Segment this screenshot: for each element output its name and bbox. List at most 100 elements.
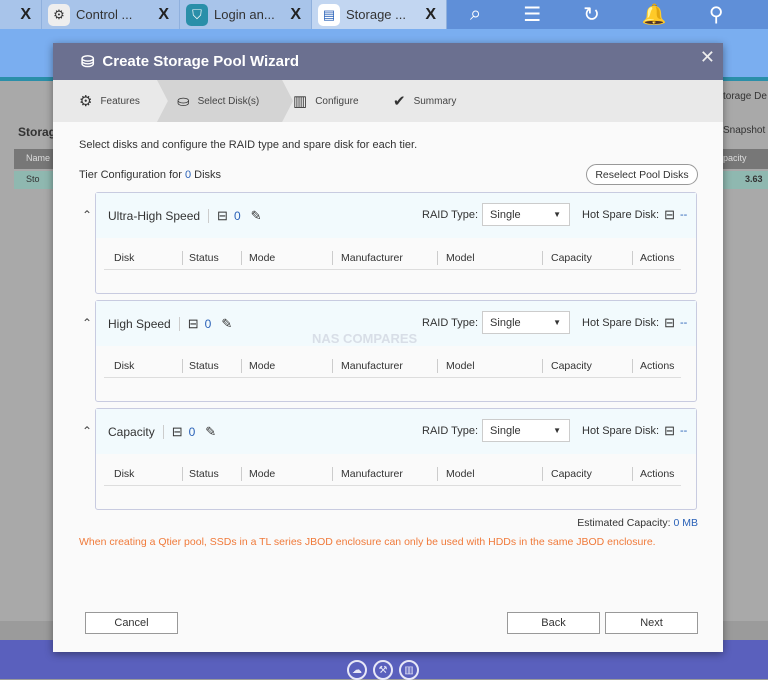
gear-icon: ⚙ [48,3,70,26]
raid-type-label: RAID Type: [422,208,479,221]
disk-icon: ⊟ [187,315,199,331]
gear-icon: ⚙ [79,93,93,110]
column-divider [632,251,633,265]
close-tab-icon[interactable]: X [290,6,301,24]
hot-spare-value: -- [679,208,688,221]
raid-type-value: Single [490,208,521,221]
column-header: Actions [640,252,675,264]
intro-text: Select disks and configure the RAID type… [79,139,418,151]
backup-icon[interactable]: ↻ [583,2,600,27]
tab-control-panel[interactable]: ⚙ Control ... X [42,0,180,29]
edit-icon[interactable]: ✎ [221,316,232,332]
column-divider [182,467,183,481]
tier-disk-count: 0 [204,316,212,331]
bg-capacity-cell: 3.63 [723,171,768,189]
column-divider [332,467,333,481]
column-divider [437,467,438,481]
column-header: Capacity [551,468,592,480]
collapse-tier-chevron-icon[interactable]: ⌃ [82,316,92,330]
tier-header: Ultra-High Speed ⊟ 0 ✎ RAID Type: Single ▼ Hot … [96,193,696,238]
step-select-disks: ⛀ Select Disk(s) [157,80,293,122]
hot-spare: Hot Spare Disk: ⊟ -- [582,207,687,223]
hot-spare: Hot Spare Disk: ⊟ -- [582,315,687,331]
column-divider [332,251,333,265]
tab-label: Login an... [214,7,275,22]
cloud-icon[interactable]: ☁ [347,660,367,680]
close-tab-icon[interactable]: X [20,6,31,24]
configure-icon: ▥ [293,93,308,110]
column-header: Status [189,468,219,480]
column-header: Capacity [551,360,592,372]
tier-header: Capacity ⊟ 0 ✎ RAID Type: Single ▼ Hot Spare Di… [96,409,696,454]
tab-label: Control ... [76,7,133,22]
dock-icons: ☁ ⚒ ▥ [347,660,419,680]
step-configure: ▥ Configure [293,80,359,122]
column-header: Manufacturer [341,252,403,264]
shield-icon: ⛉ [186,3,208,26]
wizard-title: Create Storage Pool Wizard [102,53,299,70]
column-divider [542,251,543,265]
hot-spare-label: Hot Spare Disk: [582,424,660,437]
column-header: Disk [114,360,135,372]
tasks-icon[interactable]: ☰ [523,2,541,27]
bg-capacity-header: pacity [723,149,768,169]
cancel-button[interactable]: Cancel [85,612,178,634]
column-header: Actions [640,360,675,372]
disk-icon[interactable]: ⊟ [664,315,675,331]
watermark: NAS COMPARES [312,331,418,346]
column-divider [241,251,242,265]
user-icon[interactable]: ⚲ [709,2,724,27]
step-label: Select Disk(s) [197,95,260,107]
column-divider [241,467,242,481]
raid-controls: RAID Type: Single ▼ Hot Spare Disk: ⊟ -- [422,311,687,334]
next-button[interactable]: Next [605,612,698,634]
hot-spare-label: Hot Spare Disk: [582,208,660,221]
column-divider [182,251,183,265]
raid-type-value: Single [490,316,521,329]
raid-type-select[interactable]: Single ▼ [482,203,571,226]
raid-type-select[interactable]: Single ▼ [482,311,571,334]
column-header: Status [189,252,219,264]
column-header: Actions [640,468,675,480]
disk-icon[interactable]: ⊟ [664,207,675,223]
tools-icon[interactable]: ⚒ [373,660,393,680]
close-icon[interactable]: ✕ [700,47,715,68]
tab-login[interactable]: ⛉ Login an... X [180,0,312,29]
apps-icon[interactable]: ▥ [399,660,419,680]
tab-storage[interactable]: ▤ Storage ... X [312,0,447,29]
tier-panel: High Speed ⊟ 0 ✎ RAID Type: Single ▼ Hot Spare … [95,300,697,402]
wizard-title-bar: ⛁ Create Storage Pool Wizard [53,43,723,80]
column-header: Mode [249,252,276,264]
step-label: Features [100,95,140,107]
bg-capacity-label: pacity [723,153,747,163]
disk-icon[interactable]: ⊟ [664,423,675,439]
edit-icon[interactable]: ✎ [205,424,216,440]
tab-partial[interactable]: X [0,0,42,29]
bg-capacity-value: 3.63 [745,174,763,184]
collapse-tier-chevron-icon[interactable]: ⌃ [82,208,92,222]
bg-storage-button: torage De [723,91,767,102]
step-features: ⚙ Features [79,80,140,122]
reselect-pool-disks-button[interactable]: Reselect Pool Disks [586,164,698,185]
edit-icon[interactable]: ✎ [251,208,262,224]
raid-type-value: Single [490,424,521,437]
estimated-capacity-value: 0 MB [673,517,698,529]
bg-table-header: Name [14,149,54,169]
collapse-tier-chevron-icon[interactable]: ⌃ [82,424,92,438]
column-divider [542,467,543,481]
bg-row: Sto [14,171,54,189]
column-header: Mode [249,360,276,372]
tier-config-prefix: Tier Configuration for [79,169,185,181]
column-header: Model [446,468,475,480]
bell-icon[interactable]: 🔔 [642,2,667,27]
database-icon: ⛁ [81,53,95,71]
raid-type-select[interactable]: Single ▼ [482,419,571,442]
close-tab-icon[interactable]: X [425,6,436,24]
disk-icon: ⊟ [171,423,183,439]
search-icon[interactable]: ⌕ [470,3,481,26]
step-label: Summary [413,95,457,107]
estimated-capacity-label: Estimated Capacity: [577,517,674,529]
back-button[interactable]: Back [507,612,600,634]
column-divider [632,359,633,373]
close-tab-icon[interactable]: X [158,6,169,24]
